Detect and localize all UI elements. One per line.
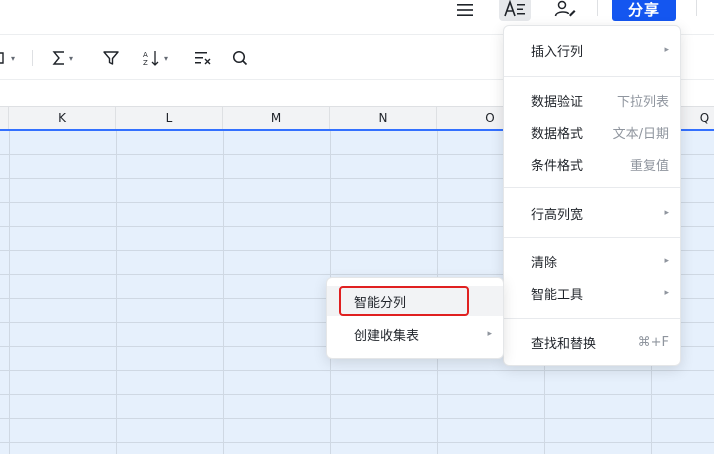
search-icon[interactable] bbox=[232, 48, 248, 68]
column-header-l[interactable]: L bbox=[116, 107, 223, 129]
menu-item-label: 数据格式 bbox=[531, 126, 584, 142]
sum-icon[interactable]: ▾ bbox=[52, 48, 73, 68]
menu-item-label: 清除 bbox=[531, 255, 558, 271]
menu-item-find-replace[interactable]: 查找和替换 ⌘+F bbox=[504, 327, 680, 357]
menu-divider bbox=[504, 187, 680, 188]
grid-row-line bbox=[0, 394, 714, 395]
menu-item-label: 条件格式 bbox=[531, 158, 584, 174]
format-dropdown-menu: 插入行列 ▸ 数据验证 下拉列表 数据格式 文本/日期 条件格式 重复值 行高列… bbox=[503, 25, 681, 366]
menu-item-hint: 重复值 bbox=[629, 158, 669, 174]
grid-column-line bbox=[9, 131, 10, 454]
divider bbox=[696, 0, 697, 16]
person-edit-icon[interactable] bbox=[552, 0, 578, 20]
menu-item-label: 智能工具 bbox=[531, 287, 584, 303]
menu-item-conditional-format[interactable]: 条件格式 重复值 bbox=[504, 149, 680, 179]
chevron-right-icon: ▸ bbox=[664, 208, 669, 218]
menu-item-data-format[interactable]: 数据格式 文本/日期 bbox=[504, 117, 680, 147]
font-format-icon[interactable] bbox=[499, 0, 531, 21]
menu-item-data-validation[interactable]: 数据验证 下拉列表 bbox=[504, 85, 680, 115]
share-button[interactable]: 分享 bbox=[612, 0, 676, 21]
column-header-m[interactable]: M bbox=[223, 107, 330, 129]
column-header-k[interactable]: K bbox=[9, 107, 116, 129]
highlight-box bbox=[339, 286, 469, 316]
grid-column-line bbox=[116, 131, 117, 454]
menu-item-label: 插入行列 bbox=[531, 44, 584, 60]
menu-item-hint: 下拉列表 bbox=[616, 94, 669, 110]
menu-item-label: 数据验证 bbox=[531, 94, 584, 110]
svg-text:Z: Z bbox=[143, 59, 148, 66]
grid-column-line bbox=[223, 131, 224, 454]
menu-item-smart-tools[interactable]: 智能工具 ▸ bbox=[504, 278, 680, 308]
menu-item-label: 行高列宽 bbox=[531, 207, 584, 223]
menu-item-insert-row-col[interactable]: 插入行列 ▸ bbox=[504, 35, 680, 65]
submenu-item-create-form[interactable]: 创建收集表 ▸ bbox=[327, 319, 503, 349]
menu-item-hint: 文本/日期 bbox=[612, 126, 669, 142]
menu-divider bbox=[504, 237, 680, 238]
partial-menu-icon[interactable]: ▾ bbox=[0, 48, 15, 68]
grid-row-line bbox=[0, 370, 714, 371]
chevron-right-icon: ▸ bbox=[664, 45, 669, 55]
chevron-right-icon: ▸ bbox=[487, 329, 492, 339]
chevron-right-icon: ▸ bbox=[664, 256, 669, 266]
menu-item-row-height-col-width[interactable]: 行高列宽 ▸ bbox=[504, 198, 680, 228]
menu-item-label: 查找和替换 bbox=[531, 336, 597, 352]
sort-icon[interactable]: AZ ▾ bbox=[143, 48, 168, 68]
submenu-item-label: 创建收集表 bbox=[354, 328, 420, 344]
spreadsheet-app: 分享 ▾ ▾ AZ ▾ K L M N O Q 插入行列 ▸ 数据验证 下拉列表… bbox=[0, 0, 714, 454]
chevron-right-icon: ▸ bbox=[664, 288, 669, 298]
shortcut-hint: ⌘+F bbox=[637, 334, 669, 350]
column-header-partial[interactable] bbox=[0, 107, 9, 129]
menu-item-clear[interactable]: 清除 ▸ bbox=[504, 246, 680, 276]
filter-icon[interactable] bbox=[103, 48, 119, 68]
grid-row-line bbox=[0, 442, 714, 443]
column-header-n[interactable]: N bbox=[330, 107, 437, 129]
menu-divider bbox=[504, 76, 680, 77]
grid-row-line bbox=[0, 418, 714, 419]
svg-text:A: A bbox=[143, 51, 148, 59]
divider bbox=[597, 0, 598, 16]
clear-format-icon[interactable] bbox=[194, 48, 212, 68]
menu-icon[interactable] bbox=[453, 0, 477, 21]
menu-divider bbox=[504, 318, 680, 319]
divider bbox=[32, 50, 33, 66]
